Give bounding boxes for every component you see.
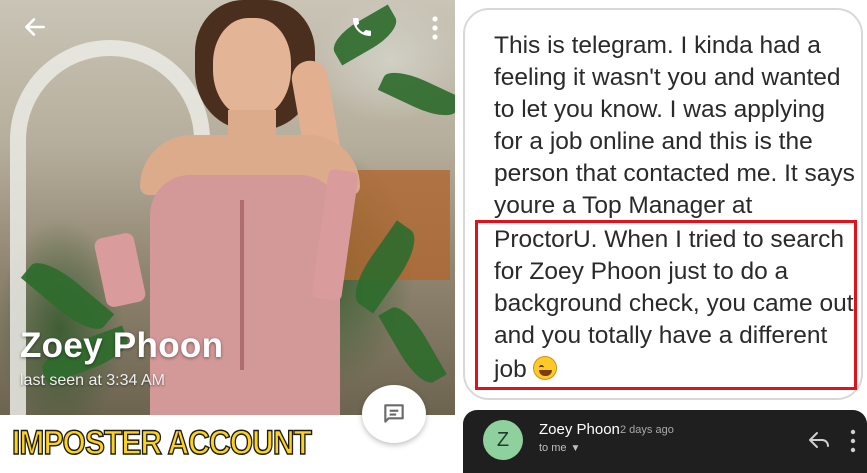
message-line: to let you know. I was applying bbox=[494, 96, 825, 123]
message-line: person that contacted me. It says bbox=[494, 160, 855, 187]
last-seen-status: last seen at 3:34 AM bbox=[20, 372, 165, 389]
back-arrow-icon[interactable] bbox=[22, 14, 48, 40]
plant-leaf bbox=[378, 300, 447, 390]
more-vert-icon[interactable] bbox=[428, 14, 442, 42]
avatar[interactable]: Z bbox=[483, 420, 523, 460]
person-face bbox=[213, 18, 291, 118]
profile-name: Zoey Phoon bbox=[20, 326, 224, 365]
reply-icon[interactable] bbox=[807, 430, 831, 450]
recipient-dropdown[interactable]: to me ▼ bbox=[539, 442, 580, 454]
email-header: Z Zoey Phoon 2 days ago to me ▼ bbox=[463, 410, 867, 473]
message-line: youre a Top Manager at bbox=[494, 192, 753, 219]
message-line: for a job online and this is the bbox=[494, 128, 813, 155]
plant-leaf bbox=[377, 64, 455, 124]
message-line: feeling it wasn't you and wanted bbox=[494, 64, 841, 91]
more-vert-icon[interactable] bbox=[849, 428, 857, 454]
recipient-label: to me bbox=[539, 442, 567, 454]
dress-detail bbox=[240, 200, 244, 370]
message-fab-button[interactable] bbox=[362, 385, 426, 443]
imposter-caption: IMPOSTER ACCOUNT bbox=[11, 423, 312, 463]
phone-icon[interactable] bbox=[350, 14, 374, 40]
message-line: This is telegram. I kinda had a bbox=[494, 32, 821, 59]
dress-sleeve bbox=[93, 231, 147, 309]
chevron-down-icon: ▼ bbox=[570, 443, 581, 454]
highlight-box bbox=[475, 220, 857, 390]
sender-name: Zoey Phoon bbox=[539, 421, 620, 438]
message-panel: This is telegram. I kinda had a feeling … bbox=[457, 0, 867, 473]
sent-time: 2 days ago bbox=[620, 424, 674, 436]
message-icon bbox=[384, 404, 404, 423]
profile-header: Zoey Phoon last seen at 3:34 AM bbox=[0, 0, 455, 415]
